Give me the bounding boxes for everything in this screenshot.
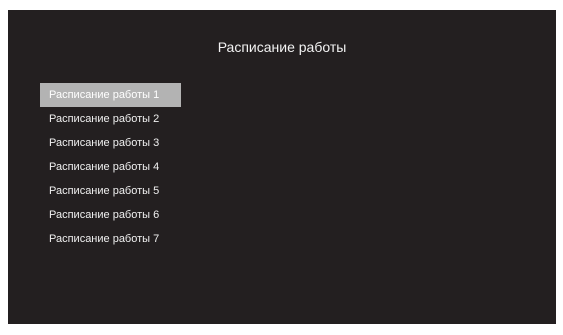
schedule-item-label: Расписание работы 1 bbox=[49, 89, 160, 101]
page-title: Расписание работы bbox=[217, 39, 347, 55]
schedule-item-3[interactable]: Расписание работы 3 bbox=[40, 131, 181, 155]
schedule-item-2[interactable]: Расписание работы 2 bbox=[40, 107, 181, 131]
schedule-item-label: Расписание работы 6 bbox=[49, 209, 160, 221]
schedule-item-1[interactable]: Расписание работы 1 bbox=[40, 83, 181, 107]
schedule-list: Расписание работы 1 Расписание работы 2 … bbox=[40, 83, 181, 251]
schedule-item-label: Расписание работы 4 bbox=[49, 161, 160, 173]
schedule-item-label: Расписание работы 2 bbox=[49, 113, 160, 125]
schedule-item-label: Расписание работы 7 bbox=[49, 233, 160, 245]
schedule-item-label: Расписание работы 3 bbox=[49, 137, 160, 149]
schedule-item-6[interactable]: Расписание работы 6 bbox=[40, 203, 181, 227]
schedule-screen: Расписание работы Расписание работы 1 Ра… bbox=[8, 10, 556, 324]
schedule-item-label: Расписание работы 5 bbox=[49, 185, 160, 197]
schedule-item-5[interactable]: Расписание работы 5 bbox=[40, 179, 181, 203]
schedule-item-7[interactable]: Расписание работы 7 bbox=[40, 227, 181, 251]
schedule-item-4[interactable]: Расписание работы 4 bbox=[40, 155, 181, 179]
